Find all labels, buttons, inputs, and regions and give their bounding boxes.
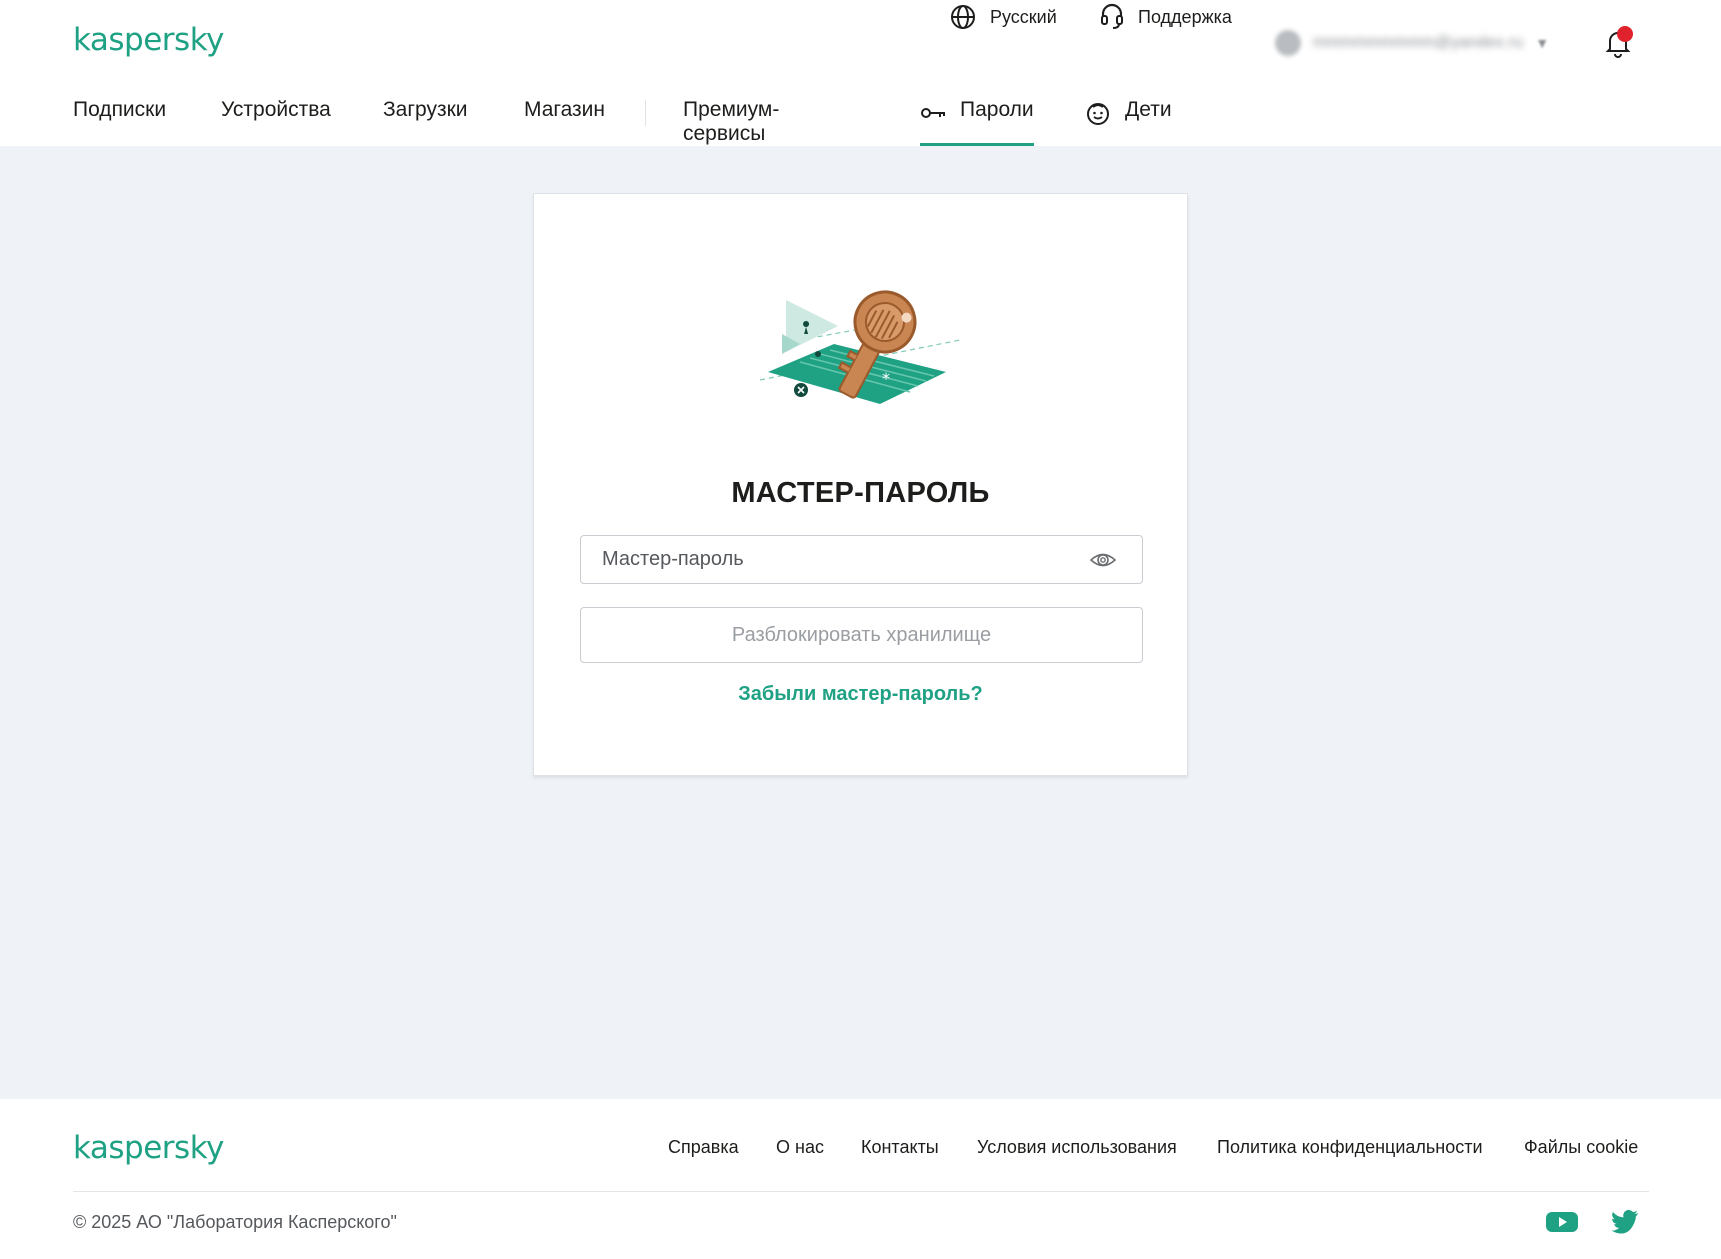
youtube-icon[interactable] [1546, 1210, 1578, 1234]
footer-link-terms[interactable]: Условия использования [977, 1137, 1177, 1158]
kaspersky-logo[interactable]: kaspersky [73, 22, 224, 58]
language-label: Русский [990, 6, 1057, 27]
notifications-button[interactable] [1603, 26, 1633, 60]
nav-divider [645, 100, 646, 126]
master-password-input[interactable] [581, 536, 1081, 583]
svg-text:*: * [882, 369, 890, 388]
forgot-password-link[interactable]: Забыли мастер-пароль? [534, 683, 1187, 706]
unlock-vault-button[interactable]: Разблокировать хранилище [580, 607, 1143, 663]
nav-label: Загрузки [383, 98, 468, 121]
twitter-icon[interactable] [1611, 1210, 1639, 1234]
nav-label: Дети [1125, 98, 1172, 121]
nav-item-devices[interactable]: Устройства [221, 92, 331, 146]
user-email: mmmmmmmmm@yandex.ru [1313, 34, 1524, 51]
footer-link-privacy[interactable]: Политика конфиденциальности [1217, 1137, 1483, 1158]
footer-divider [73, 1191, 1649, 1192]
nav-item-downloads[interactable]: Загрузки [383, 92, 468, 146]
notification-badge [1617, 26, 1633, 42]
nav-label: Магазин [524, 98, 606, 121]
key-on-keyboard-illustration: * [760, 290, 960, 404]
master-password-field [580, 535, 1143, 584]
footer-link-about[interactable]: О нас [776, 1137, 824, 1158]
key-icon [921, 108, 945, 118]
support-link[interactable]: Поддержка [1100, 0, 1232, 34]
footer-link-help[interactable]: Справка [668, 1137, 739, 1158]
chevron-down-icon: ▼ [1535, 35, 1550, 51]
headset-icon [1101, 3, 1123, 29]
avatar-icon [1275, 30, 1301, 56]
support-label: Поддержка [1138, 6, 1232, 27]
language-switcher[interactable]: Русский [950, 0, 1057, 34]
nav-item-passwords[interactable]: Пароли [920, 92, 1034, 146]
nav-label: Устройства [221, 98, 331, 121]
nav-label: Подписки [73, 98, 167, 121]
child-face-icon [1087, 103, 1109, 125]
nav-item-kids[interactable]: Дети [1085, 92, 1172, 146]
master-password-card: * МАСТЕР-ПАРОЛЬ Разблокировать хранилище… [533, 193, 1188, 776]
user-menu[interactable]: mmmmmmmmm@yandex.ru ▼ [1275, 26, 1549, 60]
globe-icon [951, 5, 975, 29]
nav-label: Премиум-сервисы [683, 98, 780, 145]
footer-link-contacts[interactable]: Контакты [861, 1137, 939, 1158]
footer: kaspersky Справка О нас Контакты Условия… [0, 1099, 1721, 1259]
copyright: © 2025 АО "Лаборатория Касперского" [73, 1212, 397, 1232]
page-title: МАСТЕР-ПАРОЛЬ [731, 477, 990, 509]
nav-label: Пароли [960, 98, 1034, 121]
footer-logo[interactable]: kaspersky [73, 1130, 224, 1166]
eye-icon[interactable] [1090, 549, 1116, 571]
footer-link-cookies[interactable]: Файлы cookie [1524, 1137, 1638, 1158]
nav-item-store[interactable]: Магазин [524, 92, 605, 146]
header: kaspersky Русский Поддержка mmmmmmmmm@ya… [0, 0, 1721, 146]
nav-item-premium[interactable]: Премиум-сервисы [683, 92, 779, 146]
nav-item-subscriptions[interactable]: Подписки [73, 92, 166, 146]
